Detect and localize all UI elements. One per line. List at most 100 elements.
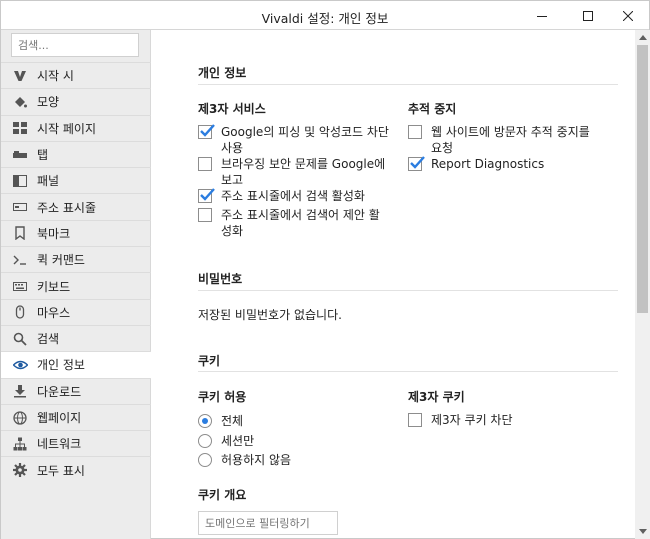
keyboard-icon bbox=[12, 278, 28, 294]
do-not-track-title: 추적 중지 bbox=[408, 102, 457, 116]
sidebar-item-search[interactable]: 검색 bbox=[1, 324, 151, 351]
do-not-track-option[interactable]: 웹 사이트에 방문자 추적 중지를 요청 bbox=[408, 124, 628, 156]
tabs-icon bbox=[12, 147, 28, 163]
sidebar-item-label: 모양 bbox=[37, 95, 60, 110]
privacy-section-title: 개인 정보 bbox=[198, 66, 247, 80]
report-safety-checkbox[interactable] bbox=[198, 157, 212, 171]
cookies-session-option[interactable]: 세션만 bbox=[198, 432, 254, 449]
phishing-protection-option[interactable]: Google의 피싱 및 악성코드 차단 사용 bbox=[198, 124, 398, 156]
allow-cookies-title: 쿠키 허용 bbox=[198, 390, 247, 404]
report-safety-option[interactable]: 브라우징 보안 문제를 Google에 보고 bbox=[198, 156, 398, 188]
sidebar-item-network[interactable]: 네트워크 bbox=[1, 430, 151, 456]
address-bar-search-option[interactable]: 주소 표시줄에서 검색 활성화 bbox=[198, 188, 398, 204]
report-safety-label: 브라우징 보안 문제를 Google에 bbox=[221, 157, 386, 171]
report-diagnostics-option[interactable]: Report Diagnostics bbox=[408, 156, 628, 172]
sidebar-item-panel[interactable]: 패널 bbox=[1, 167, 151, 193]
sidebar-item-label: 패널 bbox=[37, 174, 60, 189]
report-diagnostics-checkbox[interactable] bbox=[408, 156, 425, 171]
do-not-track-checkbox[interactable] bbox=[408, 125, 422, 139]
sidebar-item-mouse[interactable]: 마우스 bbox=[1, 298, 151, 325]
cookies-none-radio[interactable] bbox=[198, 452, 212, 467]
sidebar-item-label: 다운로드 bbox=[37, 384, 82, 399]
domain-filter-input[interactable] bbox=[198, 511, 338, 535]
address-bar-search-label: 주소 표시줄에서 검색 활성화 bbox=[221, 189, 365, 203]
section-divider bbox=[198, 290, 618, 291]
sidebar-item-label: 키보드 bbox=[37, 279, 71, 294]
scroll-thumb[interactable] bbox=[637, 45, 648, 313]
third-party-cookies-title: 제3자 쿠키 bbox=[408, 390, 465, 404]
cookies-all-label: 전체 bbox=[221, 414, 244, 428]
maximize-button[interactable] bbox=[565, 1, 610, 30]
search-suggestions-checkbox[interactable] bbox=[198, 208, 212, 222]
sidebar-item-appearance[interactable]: 모양 bbox=[1, 88, 151, 114]
sidebar-item-label: 시작 페이지 bbox=[37, 121, 97, 136]
close-icon bbox=[622, 10, 633, 21]
sidebar-item-webpages[interactable]: 웹페이지 bbox=[1, 403, 151, 430]
scroll-up-button[interactable] bbox=[635, 30, 650, 45]
maximize-icon bbox=[582, 10, 593, 21]
speed-dial-grid-icon bbox=[12, 120, 28, 136]
gear-icon bbox=[12, 462, 28, 478]
cookies-all-option[interactable]: 전체 bbox=[198, 412, 243, 429]
cookies-none-label: 허용하지 않음 bbox=[221, 453, 292, 467]
settings-search-input[interactable] bbox=[11, 33, 139, 57]
cookies-none-option[interactable]: 허용하지 않음 bbox=[198, 451, 291, 468]
sidebar-item-address-bar[interactable]: 주소 표시줄 bbox=[1, 193, 151, 219]
sidebar-item-startup[interactable]: 시작 시 bbox=[1, 62, 151, 88]
settings-content: 개인 정보 제3자 서비스 추적 중지 Google의 피싱 및 악성코드 차단… bbox=[152, 30, 635, 539]
phishing-protection-checkbox[interactable] bbox=[198, 124, 215, 139]
no-passwords-text: 저장된 비밀번호가 없습니다. bbox=[198, 308, 342, 322]
cookies-session-label: 세션만 bbox=[221, 434, 255, 448]
sidebar-item-show-all[interactable]: 모두 표시 bbox=[1, 456, 151, 482]
cookies-session-radio[interactable] bbox=[198, 433, 212, 448]
address-bar-icon bbox=[12, 199, 28, 215]
scroll-down-button[interactable] bbox=[635, 524, 650, 539]
third-party-services-title: 제3자 서비스 bbox=[198, 102, 266, 116]
settings-window: Vivaldi 설정: 개인 정보 시작 시 모양 bbox=[0, 0, 650, 539]
block-third-party-cookies-option[interactable]: 제3자 쿠키 차단 bbox=[408, 412, 513, 428]
address-bar-search-checkbox[interactable] bbox=[198, 188, 215, 203]
cookies-section-title: 쿠키 bbox=[198, 354, 221, 368]
sidebar-item-label: 모두 표시 bbox=[37, 463, 85, 478]
sidebar-item-label: 탭 bbox=[37, 148, 49, 163]
sidebar-item-label: 검색 bbox=[37, 332, 60, 347]
vivaldi-logo-icon bbox=[12, 68, 28, 84]
chevron-down-icon bbox=[638, 529, 647, 534]
sidebar-item-keyboard[interactable]: 키보드 bbox=[1, 272, 151, 298]
sidebar-item-quick-commands[interactable]: 퀵 커맨드 bbox=[1, 246, 151, 272]
sidebar-item-start-page[interactable]: 시작 페이지 bbox=[1, 114, 151, 141]
checkmark-icon bbox=[410, 156, 425, 169]
checkmark-icon bbox=[200, 124, 215, 137]
sidebar-item-bookmarks[interactable]: 북마크 bbox=[1, 219, 151, 246]
phishing-protection-label: Google의 피싱 및 악성코드 차단 bbox=[221, 125, 389, 139]
cookies-all-radio[interactable] bbox=[198, 413, 212, 428]
sidebar-item-label: 주소 표시줄 bbox=[37, 200, 97, 215]
sidebar-item-label: 개인 정보 bbox=[37, 358, 85, 373]
search-suggestions-option[interactable]: 주소 표시줄에서 검색어 제안 활 성화 bbox=[198, 207, 398, 239]
search-icon bbox=[12, 331, 28, 347]
download-icon bbox=[12, 383, 28, 399]
chevron-up-icon bbox=[638, 35, 647, 40]
report-safety-label-cont: 보고 bbox=[221, 173, 244, 187]
cookie-overview-title: 쿠키 개요 bbox=[198, 488, 247, 502]
title-bar: Vivaldi 설정: 개인 정보 bbox=[1, 1, 649, 30]
block-third-party-cookies-checkbox[interactable] bbox=[408, 413, 422, 427]
do-not-track-label: 웹 사이트에 방문자 추적 중지를 bbox=[431, 125, 590, 139]
minimize-button[interactable] bbox=[519, 1, 564, 30]
minimize-icon bbox=[536, 15, 547, 17]
checkmark-icon bbox=[200, 188, 215, 201]
sidebar-item-label: 퀵 커맨드 bbox=[37, 253, 85, 268]
content-scrollbar[interactable] bbox=[635, 30, 650, 539]
search-suggestions-label: 주소 표시줄에서 검색어 제안 활 bbox=[221, 208, 380, 222]
globe-icon bbox=[12, 410, 28, 426]
do-not-track-label-cont: 요청 bbox=[431, 141, 454, 155]
close-button[interactable] bbox=[605, 1, 650, 30]
sidebar-item-tabs[interactable]: 탭 bbox=[1, 140, 151, 167]
sidebar-item-downloads[interactable]: 다운로드 bbox=[1, 377, 151, 404]
sidebar-item-label: 웹페이지 bbox=[37, 411, 82, 425]
sidebar-item-label: 네트워크 bbox=[37, 437, 82, 452]
bookmark-icon bbox=[12, 225, 28, 241]
sidebar-item-privacy[interactable]: 개인 정보 bbox=[1, 351, 151, 378]
section-divider bbox=[198, 84, 618, 85]
search-suggestions-label-cont: 성화 bbox=[221, 224, 244, 238]
